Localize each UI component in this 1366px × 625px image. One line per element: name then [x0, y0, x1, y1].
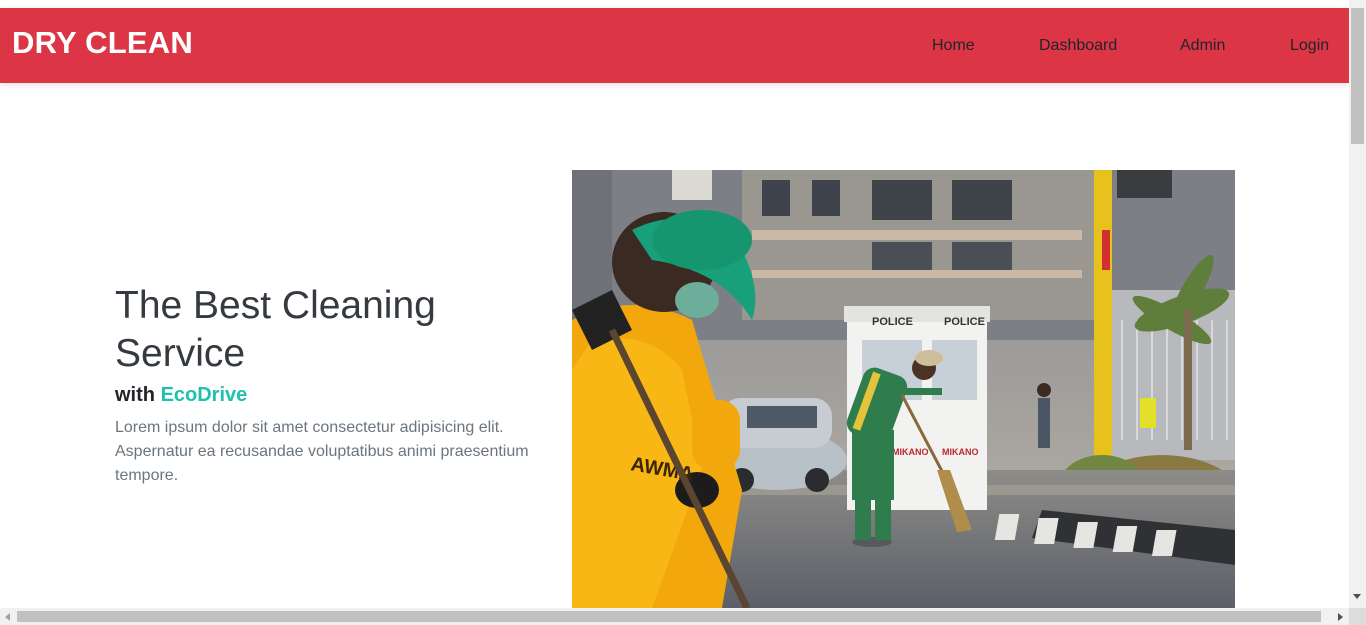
booth-sign-2: POLICE — [944, 316, 985, 328]
hero-subtitle-prefix: with — [115, 384, 155, 406]
nav-link-admin[interactable]: Admin — [1180, 37, 1225, 55]
hero-subtitle: with EcoDrive — [115, 384, 247, 407]
page-viewport: DRY CLEAN Home Dashboard Admin Login The… — [0, 0, 1349, 608]
booth-brand-2: MIKANO — [942, 447, 979, 457]
hero-title: The Best Cleaning Service — [115, 284, 436, 375]
hero-description: Lorem ipsum dolor sit amet consectetur a… — [115, 419, 529, 484]
nav-link-login[interactable]: Login — [1290, 37, 1329, 55]
booth-brand-1: MIKANO — [892, 447, 929, 457]
nav-link-dashboard[interactable]: Dashboard — [1039, 37, 1117, 55]
scroll-left-arrow-icon[interactable] — [5, 613, 10, 621]
scroll-right-arrow-icon[interactable] — [1338, 613, 1343, 621]
street-cleaning-photo: POLICE POLICE MIKANO MIKANO AWMA — [572, 170, 1235, 608]
hero-image: POLICE POLICE MIKANO MIKANO AWMA — [572, 170, 1235, 608]
navbar: DRY CLEAN Home Dashboard Admin Login — [0, 8, 1349, 83]
scrollbar-corner — [1349, 608, 1366, 625]
horizontal-scroll-thumb[interactable] — [17, 611, 1321, 622]
scroll-down-arrow-icon[interactable] — [1353, 594, 1361, 599]
vertical-scroll-thumb[interactable] — [1351, 8, 1364, 144]
hero-subtitle-accent: EcoDrive — [160, 384, 248, 406]
vertical-scrollbar[interactable] — [1349, 0, 1366, 608]
top-strip — [0, 0, 1349, 8]
horizontal-scrollbar[interactable] — [0, 608, 1349, 625]
nav-link-home[interactable]: Home — [932, 37, 975, 55]
brand-logo[interactable]: DRY CLEAN — [12, 25, 193, 61]
booth-sign-1: POLICE — [872, 316, 913, 328]
